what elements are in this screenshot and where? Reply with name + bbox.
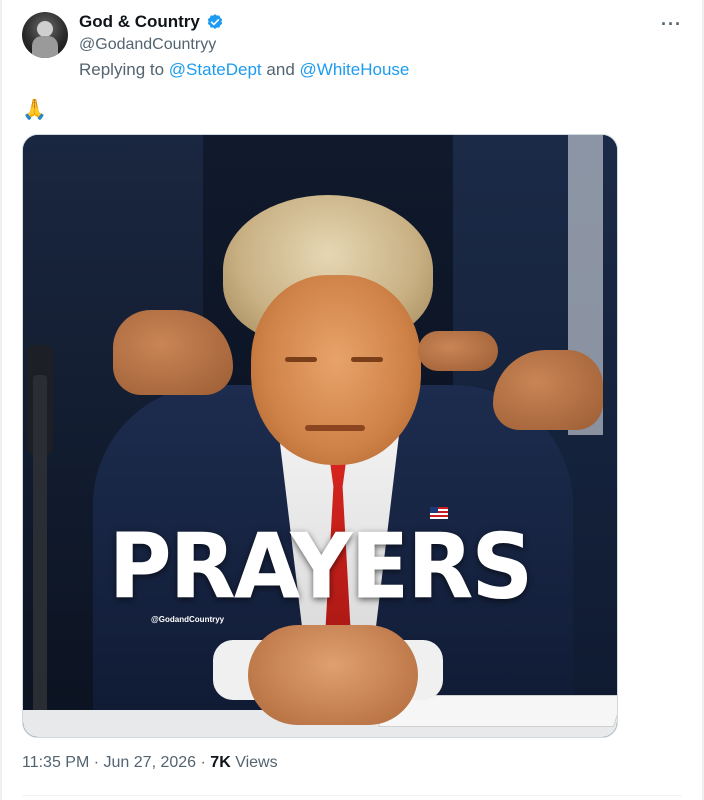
tweet-date[interactable]: Jun 27, 2026 (104, 754, 197, 771)
image-overlay-text: PRAYERS (108, 514, 534, 620)
views-count[interactable]: 7K (210, 754, 230, 771)
tweet-time[interactable]: 11:35 PM (22, 754, 89, 771)
tweet-meta: 11:35 PM · Jun 27, 2026 · 7K Views (22, 754, 278, 772)
mouth (305, 425, 365, 431)
hand-on-shoulder-center (418, 331, 498, 371)
avatar[interactable] (22, 12, 68, 58)
replying-to-prefix: Replying to (79, 60, 165, 79)
face (251, 275, 421, 465)
closed-eye-right (351, 357, 383, 362)
meta-separator: · (200, 754, 206, 771)
divider (22, 795, 682, 796)
display-name[interactable]: God & Country (79, 12, 200, 32)
mention-statedept[interactable]: @StateDept (169, 60, 262, 79)
avatar-head (37, 21, 53, 37)
tweet-text: 🙏 (22, 99, 47, 121)
closed-eye-left (285, 357, 317, 362)
meta-separator: · (93, 754, 100, 771)
mention-whitehouse[interactable]: @WhiteHouse (300, 60, 410, 79)
tweet-image[interactable]: PRAYERS @GodandCountryy (22, 134, 618, 738)
clasped-hands (248, 625, 418, 725)
more-horizontal-icon[interactable]: ··· (661, 14, 682, 35)
verified-badge-icon (207, 14, 223, 29)
image-watermark: @GodandCountryy (151, 615, 225, 624)
avatar-body (32, 36, 58, 58)
name-row: God & Country (79, 12, 224, 32)
views-label: Views (235, 754, 278, 771)
handle[interactable]: @GodandCountryy (79, 36, 216, 54)
replying-to: Replying to @StateDept and @WhiteHouse (79, 60, 409, 80)
left-border (0, 0, 2, 800)
replying-to-joiner: and (266, 60, 295, 79)
